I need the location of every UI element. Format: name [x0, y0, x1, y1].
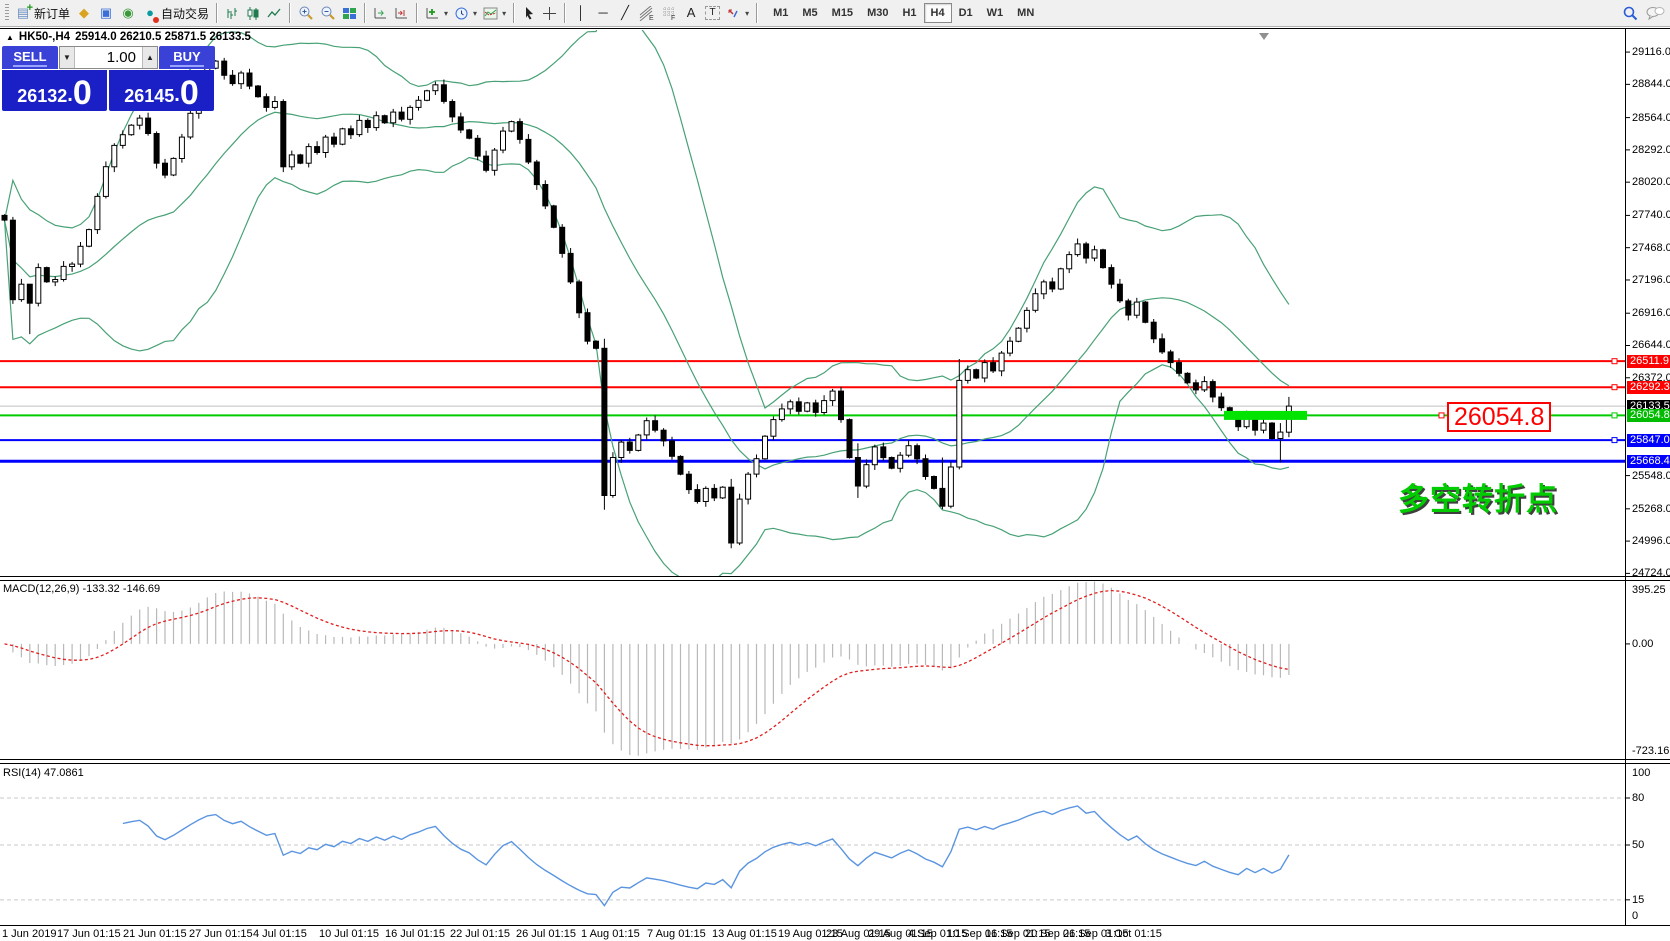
rsi-axis-tick: 80	[1632, 792, 1644, 804]
rsi-axis-tick: 15	[1632, 894, 1644, 906]
rsi-value: 47.0861	[44, 767, 84, 779]
buy-underline	[170, 65, 204, 67]
highlight-zone	[1224, 411, 1307, 420]
date-axis-label: 26 Jul 01:15	[516, 928, 576, 940]
sell-label: SELL	[13, 49, 46, 64]
sell-price[interactable]: 26132 . 0	[2, 70, 107, 111]
sell-underline	[13, 65, 47, 67]
price-line-tag: 25668.4	[1627, 455, 1670, 468]
buy-price-pips: 0	[180, 77, 199, 109]
price-line-tag: 26511.9	[1627, 355, 1670, 368]
macd-axis-max: 395.25	[1632, 584, 1666, 596]
rsi-axis-tick: 100	[1632, 767, 1650, 779]
panel-collapse-icon[interactable]: ▲	[6, 33, 14, 42]
price-axis-tick: 28020.0	[1632, 176, 1670, 188]
date-axis-label: 3 Oct 01:15	[1105, 928, 1162, 940]
price-line-tag: 26054.8	[1627, 409, 1670, 422]
date-axis-label: 1 Aug 01:15	[581, 928, 640, 940]
chart-shift-marker	[1259, 33, 1269, 40]
macd-axis-min: -723.16	[1632, 745, 1669, 757]
date-axis-label: 22 Jul 01:15	[450, 928, 510, 940]
volume-input[interactable]: 1.00	[75, 47, 142, 68]
price-axis-tick: 26916.0	[1632, 307, 1670, 319]
candles	[2, 58, 1291, 548]
price-callout-box[interactable]: 26054.8	[1447, 402, 1551, 432]
chart-caption-text[interactable]: 多空转折点	[1398, 474, 1558, 519]
volume-decrease-button[interactable]: ▼	[60, 47, 75, 68]
date-axis-label: 7 Aug 01:15	[647, 928, 706, 940]
date-axis-label: 16 Jul 01:15	[385, 928, 445, 940]
date-axis-label: 4 Jul 01:15	[253, 928, 307, 940]
rsi-label: RSI(14) 47.0861	[3, 767, 84, 779]
price-line-tag: 25847.0	[1627, 434, 1670, 447]
rsi-axis-tick: 0	[1632, 910, 1638, 922]
price-axis-tick: 27196.0	[1632, 274, 1670, 286]
date-axis-label: 27 Jun 01:15	[189, 928, 253, 940]
price-axis-tick: 29116.0	[1632, 46, 1670, 58]
buy-price-main: 26145	[124, 83, 174, 109]
sell-price-main: 26132	[17, 83, 67, 109]
ohlc-values: 25914.0 26210.5 25871.5 26133.5	[75, 31, 251, 43]
macd-label: MACD(12,26,9) -133.32 -146.69	[3, 583, 160, 595]
buy-label: BUY	[173, 49, 200, 64]
price-axis-tick: 28564.0	[1632, 112, 1670, 124]
symbol-timeframe-label: HK50-,H4	[19, 31, 70, 43]
price-axis-tick: 27468.0	[1632, 242, 1670, 254]
date-axis-label: 10 Jul 01:15	[319, 928, 379, 940]
price-axis-tick: 26644.0	[1632, 339, 1670, 351]
price-axis-tick: 27740.0	[1632, 209, 1670, 221]
price-axis-tick: 24724.0	[1632, 567, 1670, 579]
volume-control: ▼ 1.00 ▲	[59, 46, 158, 69]
chart-ohlc-title: ▲ HK50-,H4 25914.0 26210.5 25871.5 26133…	[6, 31, 251, 43]
price-axis-tick: 25268.0	[1632, 503, 1670, 515]
price-axis-tick: 28844.0	[1632, 78, 1670, 90]
date-axis-label: 17 Jun 01:15	[57, 928, 121, 940]
sell-button[interactable]: SELL	[2, 46, 58, 69]
macd-main-value: -133.32	[82, 583, 119, 595]
mt4-terminal: ▤+ 新订单 ◆ ▣ ◉ ● 自动交易	[0, 0, 1670, 941]
macd-axis-zero: 0.00	[1632, 638, 1653, 650]
price-axis-tick: 24996.0	[1632, 535, 1670, 547]
volume-increase-button[interactable]: ▲	[142, 47, 157, 68]
macd-signal-value: -146.69	[123, 583, 160, 595]
buy-price[interactable]: 26145 . 0	[109, 70, 214, 111]
one-click-trading-panel: SELL ▼ 1.00 ▲ BUY 26132 . 0 26145 .	[2, 46, 215, 111]
date-axis-label: 1 Jun 2019	[2, 928, 56, 940]
buy-button[interactable]: BUY	[159, 46, 215, 69]
price-axis-tick: 28292.0	[1632, 144, 1670, 156]
date-axis-label: 21 Jun 01:15	[123, 928, 187, 940]
chart-canvas[interactable]	[0, 0, 1670, 941]
date-axis-label: 13 Aug 01:15	[712, 928, 777, 940]
price-axis-tick: 25548.0	[1632, 470, 1670, 482]
price-line-tag: 26292.3	[1627, 381, 1670, 394]
rsi-axis-tick: 50	[1632, 839, 1644, 851]
sell-price-pips: 0	[73, 77, 92, 109]
